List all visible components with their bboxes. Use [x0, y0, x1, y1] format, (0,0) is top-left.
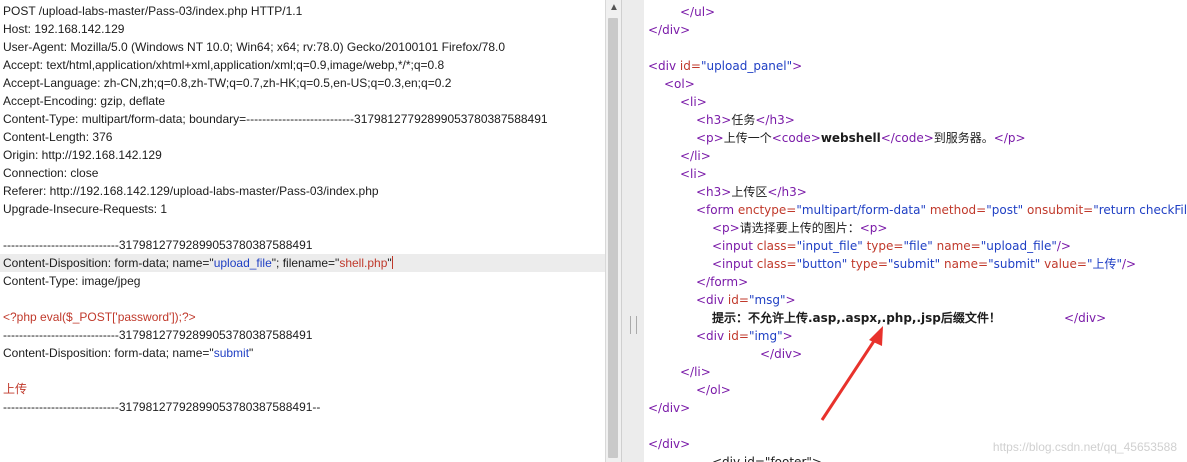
annotation-arrow-shaft [820, 337, 878, 421]
annotation-arrow-icon [820, 326, 883, 421]
watermark: https://blog.csdn.net/qq_45653588 [992, 440, 1177, 454]
